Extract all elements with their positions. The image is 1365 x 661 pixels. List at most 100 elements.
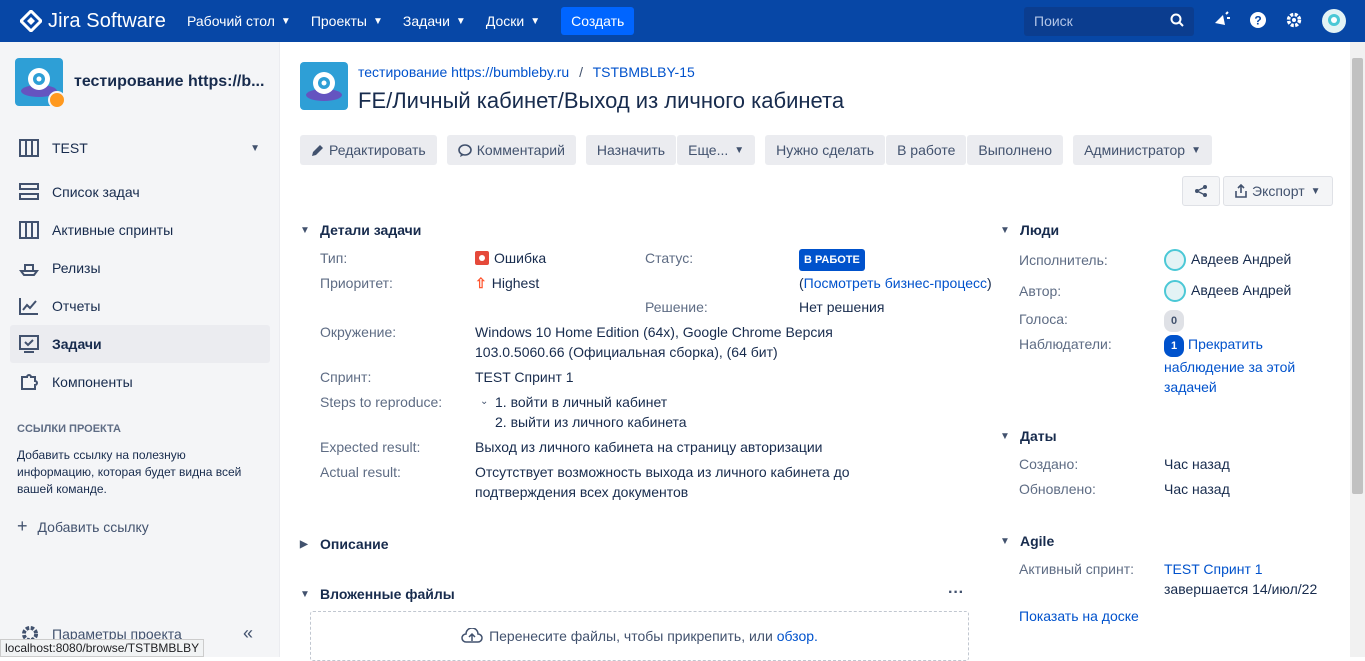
more-actions-icon[interactable]: ··· bbox=[948, 584, 964, 602]
attachment-dropzone[interactable]: Перенесите файлы, чтобы прикрепить, или … bbox=[310, 611, 969, 661]
chevron-down-icon: ▼ bbox=[1000, 430, 1010, 442]
watchers-label: Наблюдатели: bbox=[1019, 336, 1112, 352]
people-section-header[interactable]: ▼ Люди bbox=[1000, 222, 1059, 238]
chevron-down-icon: ▼ bbox=[300, 224, 310, 236]
attachments-section-header[interactable]: ▼ Вложенные файлы bbox=[300, 586, 455, 602]
project-avatar bbox=[15, 58, 66, 109]
edit-button[interactable]: Редактировать bbox=[300, 135, 437, 165]
comment-button[interactable]: Комментарий bbox=[446, 135, 576, 165]
resolution-value: Нет решения bbox=[799, 299, 885, 315]
inprogress-transition-button[interactable]: В работе bbox=[886, 135, 967, 165]
sidebar-item-reports[interactable]: Отчеты bbox=[10, 287, 270, 325]
create-button[interactable]: Создать bbox=[561, 7, 635, 35]
breadcrumb-issue-key[interactable]: TSTBMBLBY-15 bbox=[593, 64, 695, 80]
page-scrollbar[interactable] bbox=[1350, 42, 1365, 657]
chevron-down-icon: ▼ bbox=[734, 144, 745, 156]
nav-projects[interactable]: Проекты ▼ bbox=[311, 13, 383, 29]
sidebar-item-releases[interactable]: Релизы bbox=[10, 249, 270, 287]
chevron-down-icon: ▼ bbox=[1000, 535, 1010, 547]
sidebar-item-label: Активные спринты bbox=[52, 222, 174, 238]
search-input[interactable]: Поиск bbox=[1024, 7, 1194, 36]
actual-label: Actual result: bbox=[320, 464, 401, 480]
active-sprint-link[interactable]: TEST Спринт 1 bbox=[1164, 561, 1263, 577]
pencil-icon bbox=[312, 144, 323, 156]
nav-dashboards-label: Рабочий стол bbox=[187, 13, 275, 29]
issue-view: тестирование https://bumbleby.ru / TSTBM… bbox=[280, 42, 1350, 661]
more-button[interactable]: Еще... ▼ bbox=[677, 135, 756, 165]
agile-section-header[interactable]: ▼ Agile bbox=[1000, 533, 1054, 549]
sidebar-item-label: Задачи bbox=[52, 336, 102, 352]
sidebar-item-active-sprints[interactable]: Активные спринты bbox=[10, 211, 270, 249]
nav-dashboards[interactable]: Рабочий стол ▼ bbox=[187, 13, 291, 29]
chevron-down-icon: ▼ bbox=[250, 142, 260, 154]
expected-value: Выход из личного кабинета на страницу ав… bbox=[475, 439, 823, 455]
assign-button[interactable]: Назначить bbox=[585, 135, 677, 165]
votes-value[interactable]: 0 bbox=[1164, 309, 1185, 332]
dropzone-text: Перенесите файлы, чтобы прикрепить, или bbox=[489, 628, 773, 644]
issue-toolbar: Редактировать Комментарий Назначить Еще.… bbox=[300, 135, 1213, 165]
type-text: Ошибка bbox=[494, 250, 547, 266]
browse-link[interactable]: обзор. bbox=[777, 628, 818, 644]
watchers-count-badge[interactable]: 1 bbox=[1164, 335, 1185, 357]
jira-logo-text: Jira Software bbox=[48, 9, 167, 32]
user-avatar[interactable] bbox=[1322, 9, 1346, 33]
actual-value: Отсутствует возможность выхода из личног… bbox=[475, 464, 850, 500]
attachments-section-title: Вложенные файлы bbox=[320, 586, 455, 602]
admin-button[interactable]: Администратор ▼ bbox=[1073, 135, 1212, 165]
export-button-label: Экспорт bbox=[1252, 183, 1305, 199]
reporter-value[interactable]: Авдеев Андрей bbox=[1164, 280, 1291, 303]
collapse-sidebar-icon[interactable]: « bbox=[243, 623, 253, 644]
project-avatar[interactable] bbox=[300, 62, 348, 110]
nav-issues[interactable]: Задачи ▼ bbox=[403, 13, 466, 29]
workflow-link-wrapper: (Посмотреть бизнес-процесс) bbox=[799, 273, 992, 293]
nav-issues-label: Задачи bbox=[402, 13, 450, 29]
resolution-label: Решение: bbox=[645, 299, 708, 315]
issue-summary[interactable]: FE/Личный кабинет/Выход из личного кабин… bbox=[358, 88, 844, 114]
notifications-icon[interactable] bbox=[1212, 11, 1232, 31]
browser-status-url: localhost:8080/browse/TSTBMBLBY bbox=[0, 639, 205, 657]
chevron-right-icon: ▶ bbox=[300, 538, 308, 550]
details-section-header[interactable]: ▼ Детали задачи bbox=[300, 222, 421, 238]
view-workflow-link[interactable]: Посмотреть бизнес-процесс bbox=[804, 275, 987, 291]
sidebar-item-label: Релизы bbox=[52, 260, 101, 276]
sidebar-item-components[interactable]: Компоненты bbox=[10, 363, 270, 401]
add-link-button[interactable]: + Добавить ссылку bbox=[17, 516, 149, 537]
priority-highest-icon: ⇧ bbox=[475, 275, 487, 291]
search-placeholder: Поиск bbox=[1034, 13, 1073, 29]
status-value: В РАБОТЕ bbox=[799, 248, 865, 271]
help-icon[interactable]: ? bbox=[1248, 11, 1268, 31]
backlog-icon bbox=[18, 181, 40, 203]
todo-transition-button[interactable]: Нужно сделать bbox=[765, 135, 886, 165]
jira-logo[interactable]: Jira Software bbox=[20, 10, 166, 33]
done-transition-button[interactable]: Выполнено bbox=[967, 135, 1064, 165]
chevron-down-icon: ▼ bbox=[373, 15, 383, 27]
agile-section-title: Agile bbox=[1020, 533, 1055, 549]
assignee-value[interactable]: Авдеев Андрей bbox=[1164, 249, 1292, 272]
nav-boards[interactable]: Доски ▼ bbox=[486, 13, 540, 29]
board-icon bbox=[18, 219, 40, 241]
breadcrumb: тестирование https://bumbleby.ru / TSTBM… bbox=[358, 64, 695, 80]
sidebar-board-selector[interactable]: TEST ▼ bbox=[10, 129, 270, 167]
people-section-title: Люди bbox=[1020, 222, 1060, 238]
stop-watching-link[interactable]: Прекратить наблюдение за этой задачей bbox=[1164, 336, 1295, 395]
sidebar-item-backlog[interactable]: Список задач bbox=[10, 173, 270, 211]
project-links-description: Добавить ссылку на полезную информацию, … bbox=[17, 448, 242, 496]
puzzle-icon bbox=[18, 371, 40, 393]
project-header[interactable]: тестирование https://b... bbox=[15, 58, 264, 109]
chevron-down-icon: ▼ bbox=[1310, 185, 1321, 197]
assignee-name: Авдеев Андрей bbox=[1191, 251, 1292, 267]
show-on-board-link[interactable]: Показать на доске bbox=[1019, 608, 1139, 624]
workflow-paren-close: ) bbox=[986, 275, 992, 291]
description-section-header[interactable]: ▶ Описание bbox=[300, 536, 389, 552]
breadcrumb-project-link[interactable]: тестирование https://bumbleby.ru bbox=[358, 64, 569, 80]
settings-gear-icon[interactable] bbox=[1284, 11, 1304, 31]
dates-section-header[interactable]: ▼ Даты bbox=[1000, 428, 1057, 444]
share-button[interactable] bbox=[1182, 176, 1220, 206]
chevron-down-icon: ▼ bbox=[280, 15, 291, 27]
chevron-down-icon[interactable]: ⌄ bbox=[480, 392, 488, 412]
sidebar-item-issues[interactable]: Задачи bbox=[10, 325, 270, 363]
sprint-end-date: завершается 14/июл/22 bbox=[1164, 581, 1318, 597]
export-button[interactable]: Экспорт ▼ bbox=[1223, 176, 1333, 206]
active-sprint-value: TEST Спринт 1 завершается 14/июл/22 bbox=[1164, 559, 1317, 599]
scrollbar-thumb[interactable] bbox=[1352, 58, 1363, 494]
